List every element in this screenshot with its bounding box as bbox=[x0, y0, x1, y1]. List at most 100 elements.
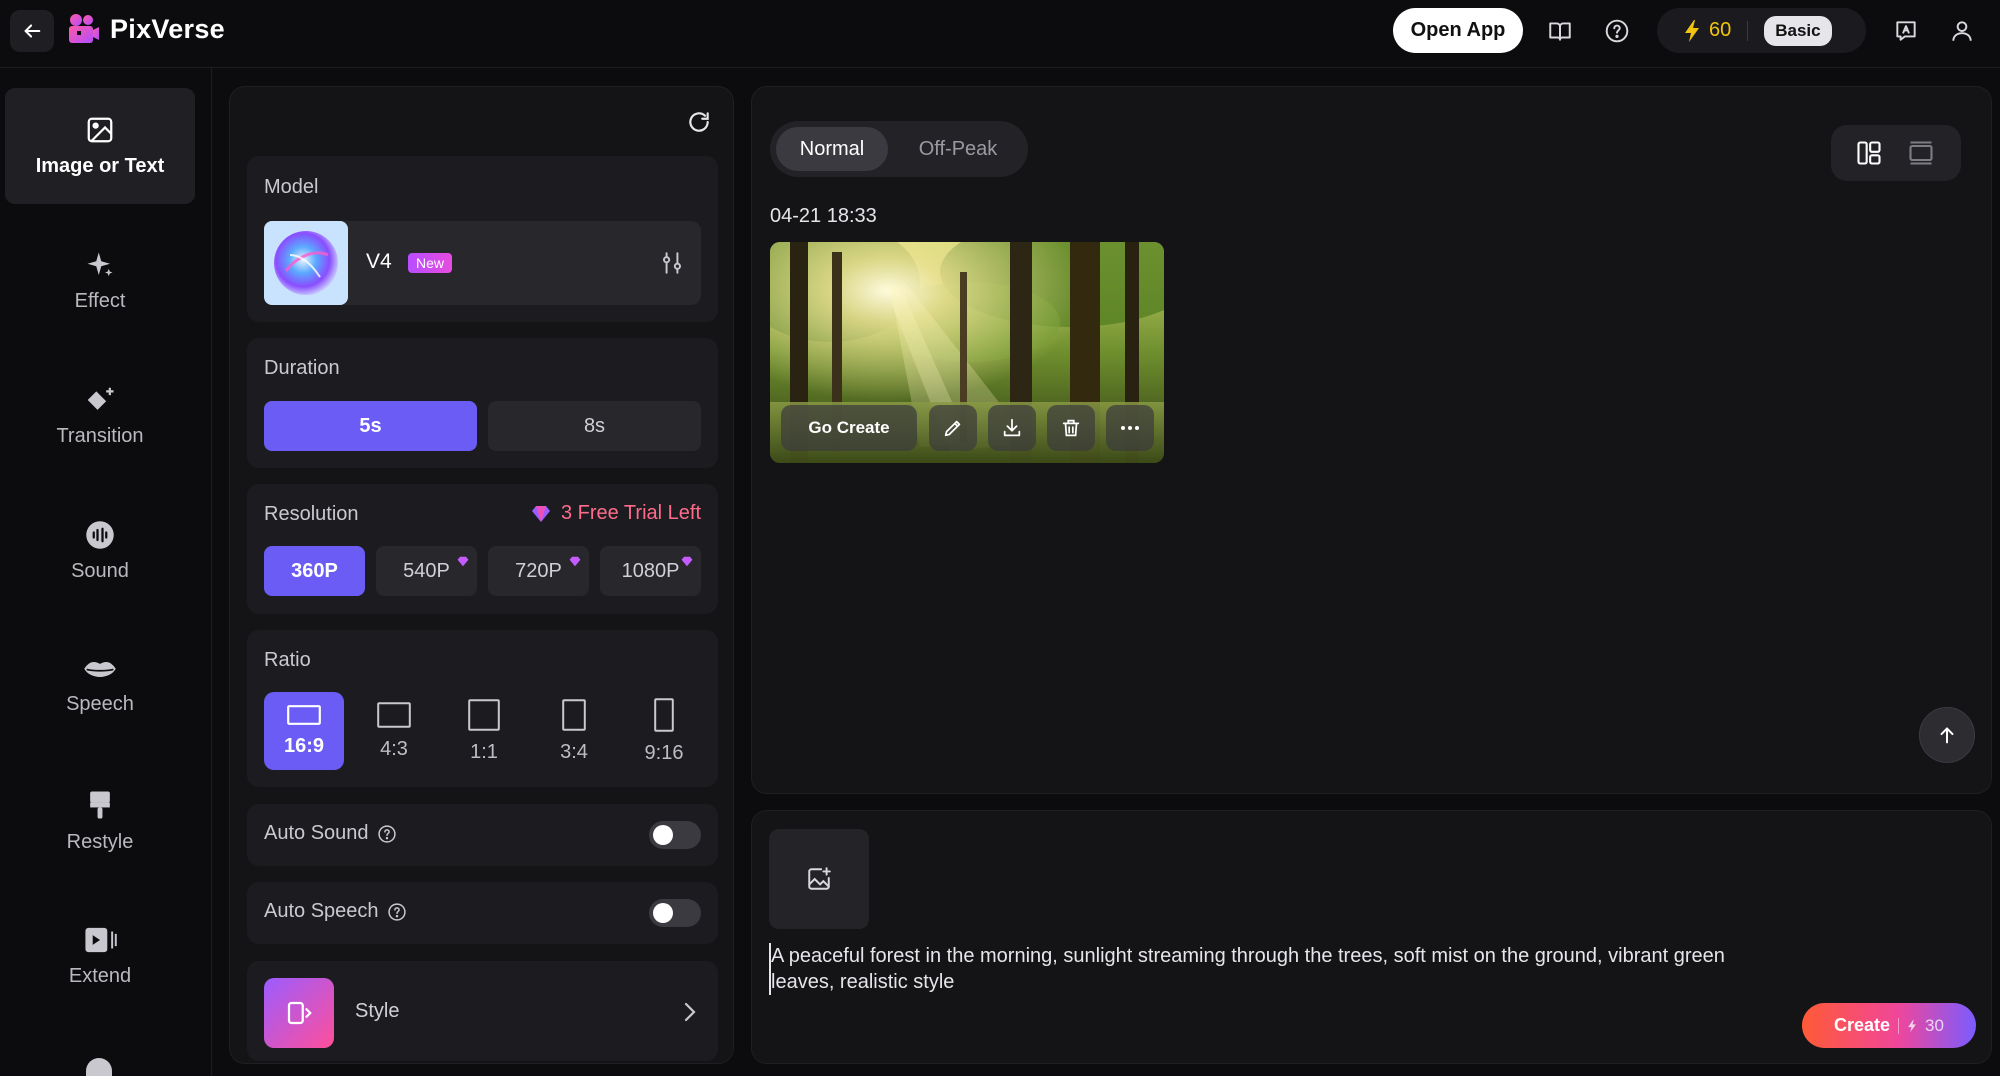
arrow-left-icon bbox=[24, 24, 41, 38]
settings-panel: Model V4 New Duration 5s 8s Resolution 3… bbox=[229, 86, 734, 1064]
tab-off-peak[interactable]: Off-Peak bbox=[894, 127, 1022, 171]
docs-button[interactable] bbox=[1542, 13, 1578, 49]
scroll-to-top-button[interactable] bbox=[1919, 707, 1975, 763]
pixverse-logo-icon bbox=[69, 14, 99, 43]
delete-button[interactable] bbox=[1047, 405, 1095, 451]
ratio-label: Ratio bbox=[264, 649, 311, 671]
transition-icon bbox=[87, 387, 114, 410]
model-thumbnail bbox=[264, 221, 348, 305]
book-icon bbox=[1549, 22, 1571, 41]
ratio-option-16-9[interactable]: 16:9 bbox=[264, 692, 344, 770]
duration-option-8s[interactable]: 8s bbox=[488, 401, 701, 451]
sparkle-icon bbox=[87, 252, 113, 276]
sidebar-item-image-or-text[interactable]: Image or Text bbox=[5, 88, 195, 204]
sidebar-item-sound[interactable]: Sound bbox=[5, 493, 195, 609]
more-options-button[interactable] bbox=[1106, 405, 1154, 451]
resolution-option-720p[interactable]: 720P bbox=[488, 546, 589, 596]
resolution-label: Resolution bbox=[264, 503, 359, 525]
open-app-button[interactable]: Open App bbox=[1393, 8, 1523, 53]
create-divider bbox=[1898, 1017, 1900, 1034]
duration-label: Duration bbox=[264, 357, 340, 379]
ratio-4-3-icon bbox=[377, 701, 411, 728]
ratio-option-label: 3:4 bbox=[560, 740, 588, 763]
download-icon bbox=[1003, 418, 1021, 437]
ratio-card: Ratio 16:9 4:3 1:1 3:4 9:16 bbox=[247, 630, 718, 787]
extend-icon bbox=[85, 927, 117, 952]
ratio-16-9-icon bbox=[287, 704, 321, 725]
trial-text: 3 Free Trial Left bbox=[560, 502, 701, 524]
edit-button[interactable] bbox=[929, 405, 977, 451]
lips-icon bbox=[84, 661, 116, 677]
sidebar-item-restyle[interactable]: Restyle bbox=[5, 763, 195, 879]
auto-speech-toggle[interactable] bbox=[649, 899, 701, 927]
auto-sound-toggle[interactable] bbox=[649, 821, 701, 849]
resolution-option-540p[interactable]: 540P bbox=[376, 546, 477, 596]
ratio-option-3-4[interactable]: 3:4 bbox=[534, 692, 614, 770]
back-button[interactable] bbox=[10, 10, 54, 52]
download-button[interactable] bbox=[988, 405, 1036, 451]
generation-timestamp: 04-21 18:33 bbox=[770, 205, 877, 227]
resolution-option-360p[interactable]: 360P bbox=[264, 546, 365, 596]
auto-speech-label-wrap: Auto Speech bbox=[264, 900, 407, 923]
ratio-option-label: 1:1 bbox=[470, 740, 498, 763]
style-icon bbox=[287, 1001, 312, 1025]
image-upload-button[interactable] bbox=[769, 829, 869, 929]
create-label: Create bbox=[1834, 1015, 1891, 1035]
ratio-option-label: 16:9 bbox=[283, 734, 325, 757]
gem-icon bbox=[569, 556, 581, 567]
create-button[interactable]: Create 30 bbox=[1802, 1003, 1976, 1048]
sidebar-item-extend[interactable]: Extend bbox=[5, 898, 195, 1014]
resolution-card: Resolution 3 Free Trial Left 360P 540P 7… bbox=[247, 484, 718, 614]
trial-indicator: 3 Free Trial Left bbox=[531, 502, 701, 525]
question-circle-icon[interactable] bbox=[387, 902, 407, 922]
credits-pill[interactable]: 60 Basic bbox=[1657, 8, 1866, 53]
ratio-9-16-icon bbox=[654, 697, 674, 732]
feedback-button[interactable] bbox=[1888, 13, 1924, 49]
feedback-icon bbox=[1896, 21, 1916, 41]
sidebar-item-label: Effect bbox=[74, 289, 126, 312]
lightning-icon bbox=[1908, 1019, 1916, 1032]
ratio-option-label: 9:16 bbox=[644, 741, 684, 764]
trash-icon bbox=[1062, 419, 1080, 437]
question-circle-icon[interactable] bbox=[377, 824, 397, 844]
sidebar-item-speech[interactable]: Speech bbox=[5, 628, 195, 744]
style-row[interactable]: Style bbox=[247, 961, 718, 1061]
ratio-option-1-1[interactable]: 1:1 bbox=[444, 692, 524, 770]
sidebar-more-icon[interactable] bbox=[86, 1058, 112, 1076]
ratio-option-9-16[interactable]: 9:16 bbox=[624, 692, 704, 770]
auto-sound-label: Auto Sound bbox=[264, 822, 369, 844]
grid-view-icon[interactable] bbox=[1855, 139, 1883, 167]
sidebar-item-transition[interactable]: Transition bbox=[5, 358, 195, 474]
resolution-option-label: 1080P bbox=[621, 559, 680, 582]
question-circle-icon bbox=[1605, 19, 1629, 43]
profile-button[interactable] bbox=[1944, 13, 1980, 49]
app-logo[interactable]: PixVerse bbox=[66, 12, 225, 46]
sidebar-item-label: Sound bbox=[71, 559, 129, 582]
tab-normal[interactable]: Normal bbox=[776, 127, 888, 171]
top-bar: PixVerse Open App 60 Basic bbox=[0, 0, 2000, 68]
lightning-icon bbox=[1685, 19, 1699, 42]
pencil-icon bbox=[944, 420, 961, 437]
ratio-option-4-3[interactable]: 4:3 bbox=[354, 692, 434, 770]
resolution-option-1080p[interactable]: 1080P bbox=[600, 546, 701, 596]
sidebar: Image or Text Effect Transition Sound Sp… bbox=[0, 68, 212, 1076]
soundwave-icon bbox=[86, 520, 114, 549]
sliders-icon[interactable] bbox=[659, 250, 685, 276]
duration-option-5s[interactable]: 5s bbox=[264, 401, 477, 451]
reset-settings-button[interactable] bbox=[686, 109, 712, 135]
image-add-icon bbox=[808, 867, 831, 890]
go-create-button[interactable]: Go Create bbox=[781, 405, 917, 451]
model-selector[interactable]: V4 New bbox=[264, 221, 701, 305]
auto-speech-label: Auto Speech bbox=[264, 900, 379, 922]
help-button[interactable] bbox=[1599, 13, 1635, 49]
prompt-textarea[interactable]: A peaceful forest in the morning, sunlig… bbox=[769, 943, 1769, 995]
paintbrush-icon bbox=[90, 790, 110, 819]
queue-mode-tabs: Normal Off-Peak bbox=[770, 121, 1028, 177]
new-badge: New bbox=[408, 253, 453, 273]
sidebar-item-label: Restyle bbox=[66, 830, 134, 853]
model-card: Model V4 New bbox=[247, 156, 718, 322]
list-view-icon[interactable] bbox=[1907, 139, 1935, 167]
chevron-right-icon bbox=[684, 1002, 696, 1022]
resolution-option-label: 720P bbox=[515, 559, 562, 582]
sidebar-item-effect[interactable]: Effect bbox=[5, 223, 195, 339]
